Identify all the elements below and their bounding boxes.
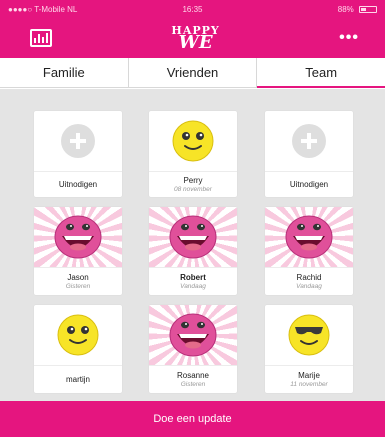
yellow-grin-smiley-icon bbox=[172, 120, 214, 162]
member-card-robert[interactable]: Robert Vandaag bbox=[149, 207, 237, 295]
card-date: 11 november bbox=[290, 381, 328, 388]
clock-label: 16:35 bbox=[182, 4, 203, 14]
card-name: Robert bbox=[180, 273, 206, 282]
card-name: Uitnodigen bbox=[58, 180, 98, 189]
battery-icon bbox=[359, 5, 377, 13]
member-card-martijn[interactable]: martijn bbox=[34, 305, 122, 393]
card-name: Perry bbox=[183, 176, 203, 185]
yellow-grin-smiley-icon bbox=[57, 314, 99, 356]
pink-laugh-smiley-icon bbox=[54, 215, 102, 259]
nav-bar: HAPPY WE ••• bbox=[0, 18, 385, 58]
add-icon bbox=[292, 124, 326, 158]
yellow-cool-smiley-icon bbox=[288, 314, 330, 356]
happywe-logo: HAPPY WE bbox=[171, 23, 220, 53]
member-card-jason[interactable]: Jason Gisteren bbox=[34, 207, 122, 295]
add-icon bbox=[61, 124, 95, 158]
member-card-rachid[interactable]: Rachid Vandaag bbox=[265, 207, 353, 295]
update-button[interactable]: Doe een update bbox=[0, 401, 385, 437]
card-date: 08 november bbox=[174, 186, 212, 193]
member-card-marije[interactable]: Marije 11 november bbox=[265, 305, 353, 393]
pink-laugh-smiley-icon bbox=[169, 313, 217, 357]
card-name: Marije bbox=[298, 371, 320, 380]
more-dots-icon[interactable]: ••• bbox=[339, 30, 359, 46]
invite-card[interactable]: Uitnodigen bbox=[265, 111, 353, 197]
group-tabs: Familie Vrienden Team bbox=[0, 58, 385, 88]
card-date: Vandaag bbox=[296, 283, 322, 290]
update-button-label: Doe een update bbox=[153, 413, 232, 425]
tab-team[interactable]: Team bbox=[256, 58, 385, 88]
member-card-rosanne[interactable]: Rosanne Gisteren bbox=[149, 305, 237, 393]
card-date: Gisteren bbox=[65, 283, 91, 290]
card-date: Vandaag bbox=[180, 283, 206, 290]
invite-card[interactable]: Uitnodigen bbox=[34, 111, 122, 197]
card-name: martijn bbox=[65, 375, 90, 384]
card-name: Uitnodigen bbox=[289, 180, 329, 189]
card-name: Rachid bbox=[296, 273, 322, 282]
card-name: Jason bbox=[67, 273, 89, 282]
card-date: Gisteren bbox=[180, 381, 206, 388]
tab-vrienden[interactable]: Vrienden bbox=[127, 58, 257, 87]
status-bar: ●●●●○ T-Mobile NL 16:35 88% bbox=[0, 0, 385, 18]
tab-familie[interactable]: Familie bbox=[0, 58, 128, 87]
member-grid: Uitnodigen Perry 08 november Uitnodigen bbox=[0, 89, 385, 401]
bar-chart-icon[interactable] bbox=[30, 29, 52, 47]
member-card-perry[interactable]: Perry 08 november bbox=[149, 111, 237, 197]
pink-laugh-smiley-icon bbox=[169, 215, 217, 259]
pink-laugh-smiley-icon bbox=[285, 215, 333, 259]
card-name: Rosanne bbox=[176, 371, 210, 380]
